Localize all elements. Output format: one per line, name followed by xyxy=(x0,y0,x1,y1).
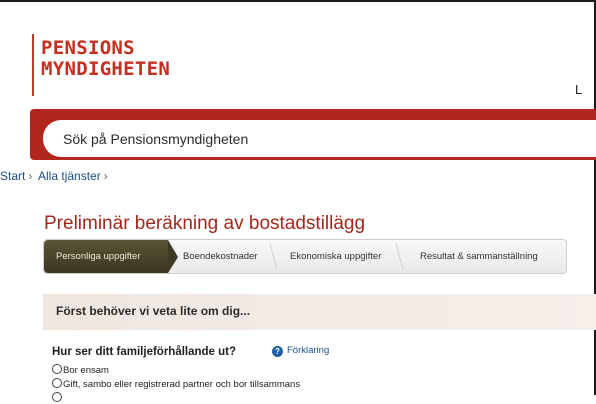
step-housing-costs[interactable]: Boendekostnader xyxy=(183,240,257,273)
search-placeholder: Sök på Pensionsmyndigheten xyxy=(63,131,249,147)
pensionsmyndigheten-logo[interactable]: PENSIONS MYNDIGHETEN xyxy=(32,34,170,96)
logo-line-2: MYNDIGHETEN xyxy=(41,58,171,80)
radio-option-lives-alone[interactable]: Bor ensam xyxy=(52,364,109,376)
page-title: Preliminär beräkning av bostadstillägg xyxy=(44,213,366,234)
info-banner-text: Först behöver vi veta lite om dig... xyxy=(56,304,251,318)
explanation-link[interactable]: ? Förklaring xyxy=(272,345,329,357)
radio-button[interactable] xyxy=(52,392,62,402)
breadcrumb-all-services-link[interactable]: Alla tjänster xyxy=(38,169,101,183)
radio-button[interactable] xyxy=(52,378,62,388)
header-corner-text[interactable]: L xyxy=(575,82,582,97)
radio-option-married-living-together[interactable]: Gift, sambo eller registrerad partner oc… xyxy=(52,378,300,390)
help-icon: ? xyxy=(272,346,283,357)
breadcrumb-separator: › xyxy=(28,169,33,183)
radio-label: Gift, sambo eller registrerad partner oc… xyxy=(63,379,301,390)
family-status-question: Hur ser ditt familjeförhållande ut? xyxy=(52,346,237,358)
explanation-label: Förklaring xyxy=(287,345,330,356)
step-progress-bar: Personliga uppgifter Boendekostnader Eko… xyxy=(43,239,567,274)
radio-option-partial[interactable] xyxy=(52,392,63,404)
top-frame-edge xyxy=(0,0,596,2)
step-personal-details[interactable]: Personliga uppgifter xyxy=(44,240,168,273)
breadcrumb-start-link[interactable]: Start xyxy=(0,169,25,183)
breadcrumb-separator: › xyxy=(103,169,108,183)
step-result-summary[interactable]: Resultat & sammanställning xyxy=(420,240,538,273)
step-active-arrow xyxy=(168,240,178,273)
breadcrumb: Start › Alla tjänster › xyxy=(0,169,111,183)
radio-button[interactable] xyxy=(52,364,62,374)
step-divider xyxy=(269,243,278,270)
step-economic-details[interactable]: Ekonomiska uppgifter xyxy=(290,240,381,273)
step-divider xyxy=(395,243,404,270)
radio-label: Bor ensam xyxy=(63,365,109,376)
logo-line-1: PENSIONS xyxy=(41,37,135,59)
